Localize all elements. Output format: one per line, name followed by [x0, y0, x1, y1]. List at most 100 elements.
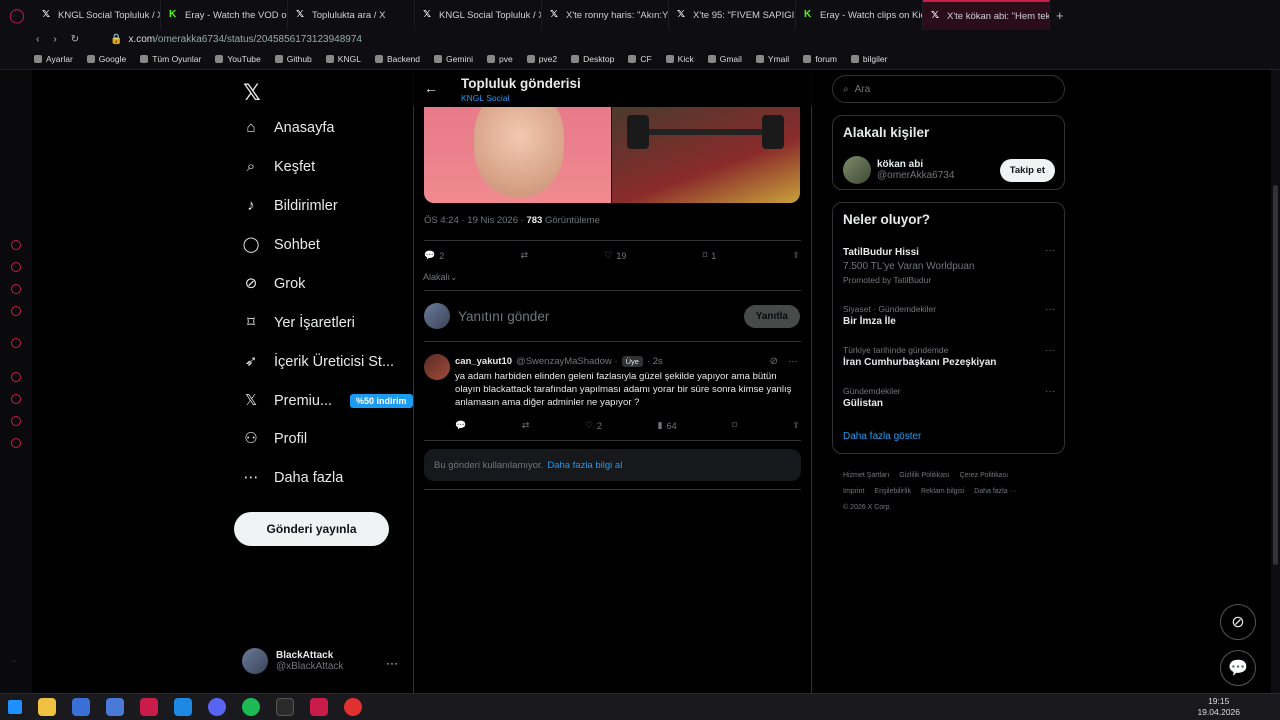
footer-link[interactable]: Daha fazla ··· [974, 488, 1016, 495]
comment-handle[interactable]: @SwenzayMaShadow · [516, 356, 618, 367]
app-icon[interactable] [310, 698, 328, 716]
nav-item-grok[interactable]: ⊘ Grok [242, 275, 306, 293]
learn-more-link[interactable]: Daha fazla bilgi al [547, 460, 622, 471]
sidebar-app-icon[interactable] [11, 416, 21, 426]
trend-item[interactable]: TatilBudur Hissi 7.500 TL'ye Varan Worldp… [843, 245, 1055, 285]
post-image-2[interactable] [612, 107, 800, 203]
footer-link[interactable]: Imprint [843, 488, 864, 495]
comment-time[interactable]: · 2s [647, 356, 663, 367]
views-button[interactable]: ▮ 64 [658, 420, 677, 431]
bookmark-item[interactable]: CF [628, 54, 652, 64]
reply-button[interactable]: 💬 2 [424, 250, 444, 261]
grok-fab-button[interactable]: ⊘ [1220, 604, 1256, 640]
sidebar-app-icon[interactable] [11, 262, 21, 272]
account-more-icon[interactable]: ··· [386, 656, 398, 670]
account-switcher[interactable]: BlackAttack @xBlackAttack [242, 648, 343, 674]
trend-item[interactable]: Gündemdekiler Gülistan ··· [843, 386, 1055, 409]
sidebar-app-icon[interactable] [11, 240, 21, 250]
sort-dropdown[interactable]: Alakalı⌄ [423, 272, 458, 283]
nav-item-i-erik-reticisi-st-[interactable]: ➶ İçerik Üreticisi St... [242, 353, 394, 371]
app-icon[interactable] [106, 698, 124, 716]
bookmark-button[interactable]: ⌑ 1 [703, 250, 717, 261]
discord-icon[interactable] [208, 698, 226, 716]
like-button[interactable]: ♡ 19 [604, 250, 626, 261]
more-icon[interactable]: ··· [1045, 304, 1055, 315]
browser-tab[interactable]: K Eray - Watch the VOD on Kick [161, 0, 288, 30]
vscode-icon[interactable] [174, 698, 192, 716]
sidebar-app-icon[interactable] [11, 438, 21, 448]
trend-item[interactable]: Siyaset · Gündemdekiler Bir İmza İle ··· [843, 304, 1055, 327]
nav-item-profil[interactable]: ⚇ Profil [242, 430, 307, 448]
footer-link[interactable]: © 2026 X Corp. [843, 504, 891, 511]
footer-link[interactable]: Erişilebilirlik [874, 488, 911, 495]
sidebar-more-icon[interactable]: ··· [10, 658, 17, 665]
nav-item-daha-fazla[interactable]: ⋯ Daha fazla [242, 469, 344, 487]
repost-button[interactable]: ⇄ [520, 250, 528, 261]
post-timestamp[interactable]: ÖS 4:24 · 19 Nis 2026 · [424, 215, 524, 226]
reply-button[interactable]: 💬 [455, 420, 466, 431]
bookmark-item[interactable]: YouTube [215, 54, 261, 64]
bookmark-item[interactable]: Gemini [434, 54, 473, 64]
bookmark-item[interactable]: Desktop [571, 54, 614, 64]
opera-icon[interactable] [140, 698, 158, 716]
opera-logo-icon[interactable]: ◯ [0, 7, 34, 24]
bookmark-item[interactable]: pve2 [526, 54, 557, 64]
nav-item-sohbet[interactable]: ◯ Sohbet [242, 236, 320, 254]
repost-button[interactable]: ⇄ [522, 420, 530, 431]
browser-tab[interactable]: 𝕏 X'te 95: "FIVEM SAPIGI M [669, 0, 796, 30]
bookmark-item[interactable]: bilgiler [850, 54, 888, 64]
share-button[interactable]: ⇪ [792, 250, 800, 261]
messages-fab-button[interactable]: 💬 [1220, 650, 1256, 686]
grok-icon[interactable]: ⊘ [770, 356, 778, 367]
post-button[interactable]: Gönderi yayınla [234, 512, 389, 546]
bookmark-item[interactable]: Gmail [707, 54, 742, 64]
bookmark-item[interactable]: KNGL [325, 54, 361, 64]
sidebar-app-icon[interactable] [11, 372, 21, 382]
footer-link[interactable]: Reklam bilgisi [921, 488, 964, 495]
bookmark-item[interactable]: Ymail [755, 54, 789, 64]
windows-start-icon[interactable] [8, 700, 22, 714]
terminal-icon[interactable] [276, 698, 294, 716]
bookmark-item[interactable]: Google [86, 54, 126, 64]
app-icon[interactable] [344, 698, 362, 716]
system-clock[interactable]: 19:15 19.04.2026 [1197, 696, 1240, 718]
more-icon[interactable]: ··· [788, 356, 798, 367]
comment-author[interactable]: can_yakut10 [455, 356, 512, 367]
browser-tab[interactable]: 𝕏 KNGL Social Topluluk / X [415, 0, 542, 30]
nav-item-premiu-[interactable]: 𝕏 Premiu... %50 indirim [242, 392, 413, 410]
forward-nav-icon[interactable]: › [53, 34, 56, 45]
follow-button[interactable]: Takip et [999, 159, 1055, 182]
nav-item-anasayfa[interactable]: ⌂ Anasayfa [242, 119, 334, 137]
new-tab-icon[interactable]: + [1056, 8, 1064, 23]
more-icon[interactable]: ··· [1045, 245, 1055, 256]
related-person[interactable]: kökan abi @omerAkka6734 Takip et [843, 156, 1055, 184]
browser-tab[interactable]: 𝕏 X'te kökan abi: "Hem tekin [923, 0, 1050, 30]
footer-link[interactable]: Gizlilik Politikası [899, 472, 949, 479]
x-logo-icon[interactable]: 𝕏 [243, 80, 261, 106]
scrollbar[interactable] [1271, 70, 1280, 693]
bookmark-item[interactable]: Tüm Oyunlar [140, 54, 201, 64]
sidebar-app-icon[interactable] [11, 394, 21, 404]
file-explorer-icon[interactable] [38, 698, 56, 716]
share-button[interactable]: ⇪ [792, 420, 800, 431]
reload-icon[interactable]: ↻ [71, 34, 79, 45]
bookmark-item[interactable]: Github [274, 54, 312, 64]
bookmark-item[interactable]: forum [803, 54, 837, 64]
like-button[interactable]: ♡ 2 [585, 420, 602, 431]
nav-item-ke-fet[interactable]: ⌕ Keşfet [242, 158, 315, 176]
bookmark-item[interactable]: Kick [665, 54, 694, 64]
post-image-1[interactable] [424, 107, 611, 203]
sidebar-app-icon[interactable] [11, 284, 21, 294]
more-icon[interactable]: ··· [1045, 345, 1055, 356]
reply-input[interactable]: Yanıtını gönder [458, 309, 736, 324]
sidebar-app-icon[interactable] [11, 338, 21, 348]
browser-tab[interactable]: 𝕏 Toplulukta ara / X [288, 0, 415, 30]
bookmark-button[interactable]: ⌑ [732, 420, 737, 431]
footer-link[interactable]: Hizmet Şartları [843, 472, 889, 479]
community-link[interactable]: KNGL Social [461, 93, 509, 103]
reply-submit-button[interactable]: Yanıtla [743, 304, 800, 328]
browser-tab[interactable]: 𝕏 X'te ronny haris: "Akın:Yo [542, 0, 669, 30]
bookmark-item[interactable]: Ayarlar [34, 54, 73, 64]
bookmark-item[interactable]: pve [486, 54, 513, 64]
more-icon[interactable]: ··· [1045, 386, 1055, 397]
